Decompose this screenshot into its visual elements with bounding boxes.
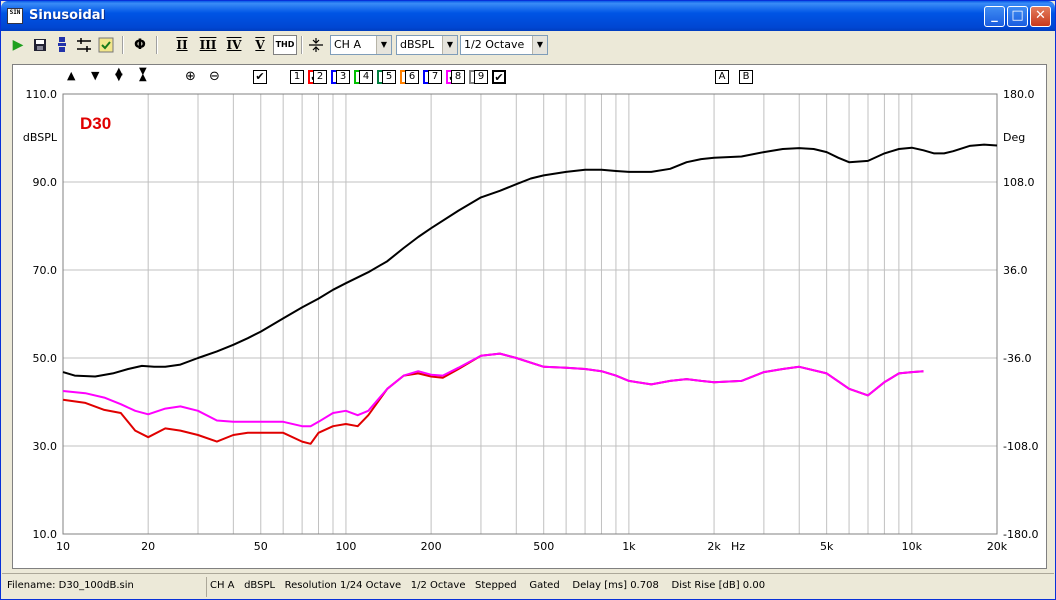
phase-icon[interactable]: Φ	[130, 35, 150, 55]
app-window: SIN Sinusoidal _ □ ✕ ▶ Φ II III IV V THD	[0, 0, 1056, 600]
smoothing-select[interactable]: 1/2 Octave ▼	[460, 35, 548, 55]
toolbar-separator	[122, 36, 124, 54]
y-tick-label: 10.0	[33, 528, 58, 541]
smoothing-select-value: 1/2 Octave	[464, 38, 525, 51]
curve-8-number[interactable]: 8	[451, 70, 465, 84]
harmonic-4-button[interactable]: IV	[224, 35, 244, 55]
x-tick-label: 50	[254, 540, 268, 553]
zoom-out-icon[interactable]: ⊖	[209, 69, 220, 84]
channel-select-value: CH A	[334, 38, 361, 51]
cursor-a-button[interactable]: A	[715, 70, 729, 84]
scroll-down-icon[interactable]: ▼	[91, 69, 99, 82]
split-icon[interactable]	[306, 35, 326, 55]
status-delay: Delay [ms] 0.708	[572, 580, 659, 591]
series-line-3	[62, 143, 998, 378]
y2-tick-label: 36.0	[1003, 264, 1028, 277]
y2-tick-label: -108.0	[1003, 440, 1038, 453]
contract-icon[interactable]: ▼ ▲	[139, 67, 147, 83]
curve-7-number[interactable]: 7	[428, 70, 442, 84]
status-bar: Filename: D30_100dB.sin CH A dBSPL Resol…	[2, 573, 1054, 599]
main-curve-checkbox[interactable]: ✔	[253, 70, 267, 84]
x-tick-label: 5k	[820, 540, 834, 553]
status-mode: Stepped	[475, 580, 517, 591]
chevron-down-icon[interactable]: ▼	[532, 36, 547, 54]
harmonic-5-button[interactable]: V	[250, 35, 270, 55]
y2-tick-label: -180.0	[1003, 528, 1038, 541]
curve-4-number[interactable]: 4	[359, 70, 373, 84]
marker-icon[interactable]	[74, 35, 94, 55]
x-axis-label: Hz	[731, 540, 745, 553]
expand-icon[interactable]: ▲ ▼	[115, 67, 123, 83]
curve-6-number[interactable]: 6	[405, 70, 419, 84]
minimize-button[interactable]: _	[984, 6, 1005, 27]
x-tick-label: 20	[141, 540, 155, 553]
frequency-response-chart[interactable]: 10.0 30.0 50.0 70.0 90.0 110.0 -180.0 -108.0 -36…	[13, 65, 1048, 570]
status-gated: Gated	[529, 580, 560, 591]
y-axis-label: dBSPL	[23, 131, 58, 144]
y-tick-label: 50.0	[33, 352, 58, 365]
unit-select[interactable]: dBSPL ▼	[396, 35, 458, 55]
status-details: CH A dBSPL Resolution 1/24 Octave 1/2 Oc…	[206, 577, 1052, 597]
cursor-b-button[interactable]: B	[739, 70, 753, 84]
channel-select[interactable]: CH A ▼	[330, 35, 392, 55]
status-channel: CH A	[210, 580, 235, 591]
thd-button[interactable]: THD	[273, 35, 297, 55]
check-icon[interactable]	[96, 35, 116, 55]
app-icon: SIN	[7, 8, 23, 24]
maximize-button[interactable]: □	[1007, 6, 1028, 27]
x-tick-label: 100	[335, 540, 356, 553]
title-bar[interactable]: SIN Sinusoidal _ □ ✕	[1, 1, 1055, 31]
y-tick-label: 70.0	[33, 264, 58, 277]
status-unit: dBSPL	[244, 580, 276, 591]
y2-axis-label: Deg	[1003, 131, 1025, 144]
x-tick-label: 10k	[902, 540, 923, 553]
device-icon[interactable]	[52, 35, 72, 55]
y2-tick-label: 108.0	[1003, 176, 1035, 189]
harmonic-2-button[interactable]: II	[172, 35, 192, 55]
zoom-in-icon[interactable]: ⊕	[185, 69, 196, 84]
chevron-down-icon[interactable]: ▼	[376, 36, 391, 54]
close-button[interactable]: ✕	[1030, 6, 1051, 27]
x-tick-label: 20k	[987, 540, 1008, 553]
toolbar: ▶ Φ II III IV V THD CH A ▼ dBSPL ▼ 1/2 O…	[4, 32, 1054, 58]
x-tick-label: 1k	[622, 540, 636, 553]
toolbar-separator	[156, 36, 158, 54]
play-icon[interactable]: ▶	[8, 35, 28, 55]
curve-9-number[interactable]: 9	[474, 70, 488, 84]
x-tick-label: 2k	[707, 540, 721, 553]
curve-1-number[interactable]: 1	[290, 70, 304, 84]
y-tick-label: 30.0	[33, 440, 58, 453]
chart-title: D30	[80, 114, 111, 133]
y-tick-label: 110.0	[26, 88, 58, 101]
x-tick-label: 500	[533, 540, 554, 553]
scroll-up-icon[interactable]: ▲	[67, 69, 75, 82]
unit-select-value: dBSPL	[400, 38, 435, 51]
status-dist-rise: Dist Rise [dB] 0.00	[671, 580, 766, 591]
x-tick-label: 10	[56, 540, 70, 553]
window-title: Sinusoidal	[29, 8, 105, 23]
curve-3-number[interactable]: 3	[336, 70, 350, 84]
status-smoothing: 1/2 Octave	[410, 580, 466, 591]
harmonic-3-button[interactable]: III	[198, 35, 218, 55]
x-tick-label: 200	[421, 540, 442, 553]
curve-2-number[interactable]: 2	[313, 70, 327, 84]
y-tick-label: 90.0	[33, 176, 58, 189]
toolbar-separator	[301, 36, 303, 54]
plot-area[interactable]: 10.0 30.0 50.0 70.0 90.0 110.0 -180.0 -108.0 -36…	[12, 64, 1047, 569]
y2-tick-label: 180.0	[1003, 88, 1035, 101]
chevron-down-icon[interactable]: ▼	[442, 36, 457, 54]
status-resolution: Resolution 1/24 Octave	[284, 580, 402, 591]
curve-9-checkbox[interactable]: ✔	[492, 70, 506, 84]
series-line-2	[62, 352, 924, 428]
save-icon[interactable]	[30, 35, 50, 55]
y2-tick-label: -36.0	[1003, 352, 1031, 365]
curve-5-number[interactable]: 5	[382, 70, 396, 84]
status-filename: Filename: D30_100dB.sin	[7, 580, 134, 591]
plot-frame	[62, 93, 998, 535]
